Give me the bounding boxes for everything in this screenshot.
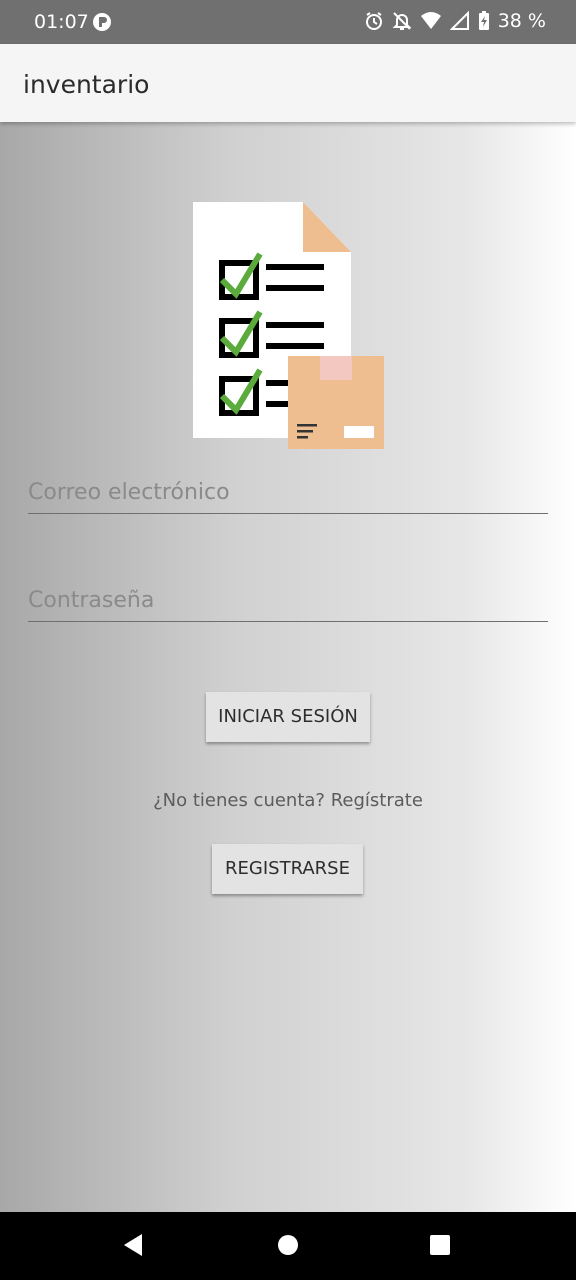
signal-icon — [449, 11, 469, 30]
status-bar: 01:07 38 % — [0, 0, 576, 44]
back-icon[interactable] — [122, 1232, 144, 1258]
home-icon[interactable] — [277, 1232, 299, 1258]
email-field[interactable] — [28, 470, 548, 514]
app-title: inventario — [23, 70, 150, 99]
app-bar: inventario — [0, 44, 576, 122]
password-field[interactable] — [28, 578, 548, 622]
box-icon — [288, 356, 384, 449]
battery-level: 38 % — [497, 10, 546, 32]
status-icons: 38 % — [364, 10, 546, 32]
no-account-text: ¿No tienes cuenta? Regístrate — [153, 790, 423, 811]
password-input[interactable] — [28, 578, 548, 621]
login-button[interactable]: INICIAR SESIÓN — [206, 692, 370, 742]
battery-charging-icon — [478, 11, 489, 30]
notifications-off-icon — [392, 12, 412, 30]
recents-icon[interactable] — [428, 1232, 452, 1258]
inventory-checklist-box-icon — [193, 202, 384, 449]
wifi-icon — [420, 12, 441, 29]
navigation-bar — [0, 1212, 576, 1280]
status-time: 01:07 — [34, 11, 89, 33]
login-screen: INICIAR SESIÓN ¿No tienes cuenta? Regíst… — [0, 122, 576, 1212]
email-input[interactable] — [28, 470, 548, 513]
app-notification-icon — [93, 13, 111, 31]
alarm-icon — [365, 12, 382, 30]
register-button[interactable]: REGISTRARSE — [212, 844, 363, 894]
